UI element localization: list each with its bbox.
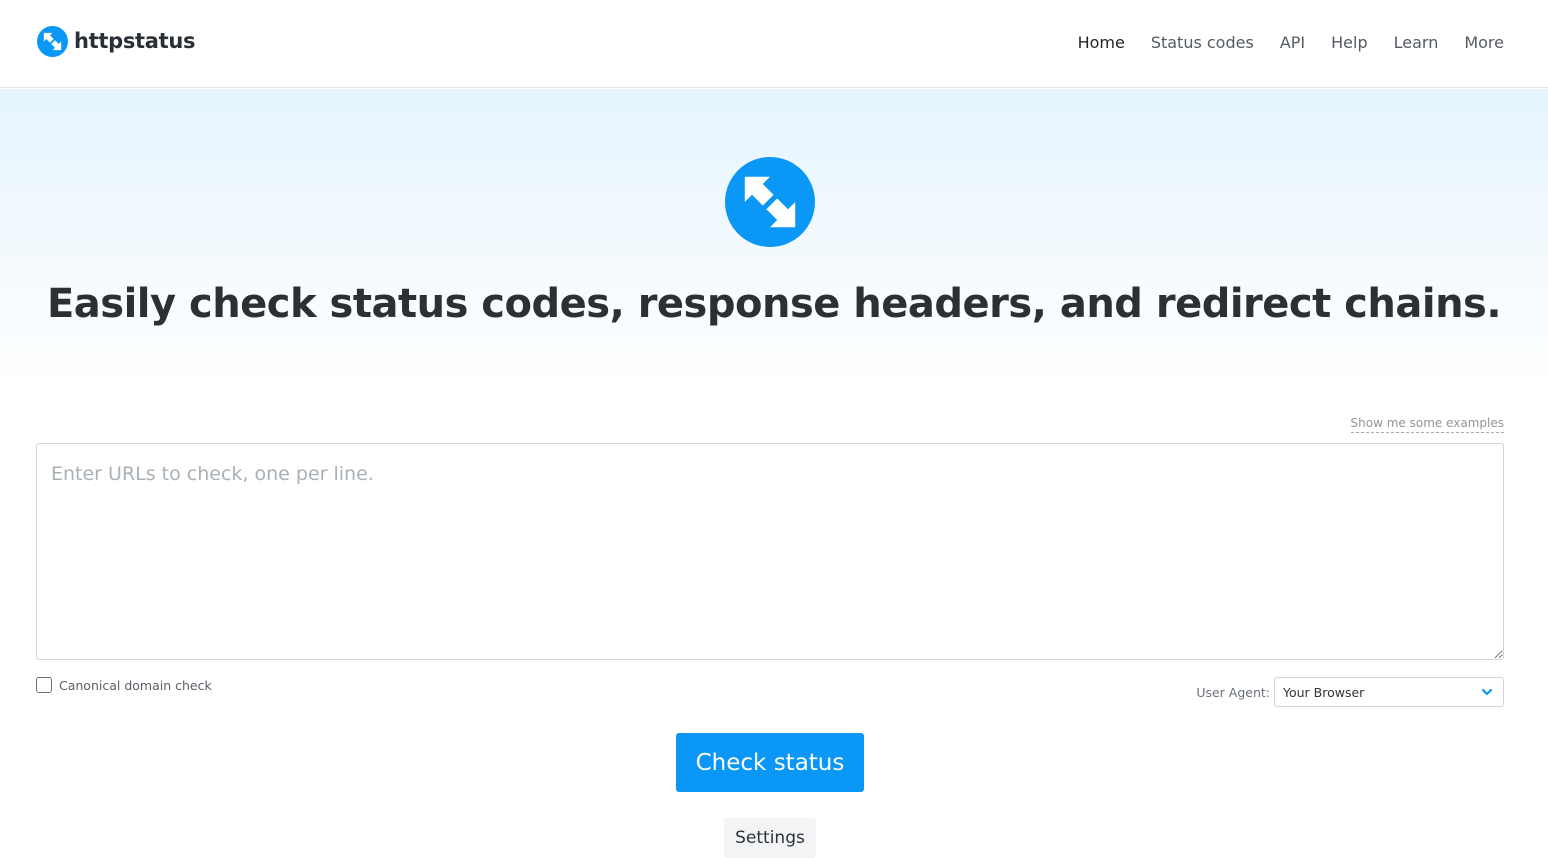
page-headline: Easily check status codes, response head… xyxy=(0,281,1548,327)
show-examples-link[interactable]: Show me some examples xyxy=(1350,416,1504,433)
headline-part: , xyxy=(609,281,638,327)
user-agent-group: User Agent: Your Browser xyxy=(1196,677,1504,707)
canonical-checkbox[interactable] xyxy=(36,677,52,693)
arrows-exchange-icon xyxy=(37,25,68,57)
chevron-down-icon xyxy=(1481,688,1493,696)
nav-item-help[interactable]: Help xyxy=(1331,33,1367,52)
headline-part: . xyxy=(1486,281,1502,327)
nav-item-learn[interactable]: Learn xyxy=(1394,33,1439,52)
brand-name: httpstatus xyxy=(74,29,196,53)
headline-part: Easily check xyxy=(46,281,330,327)
canonical-label: Canonical domain check xyxy=(59,677,212,693)
headline-part-bold: status codes xyxy=(329,281,611,327)
brand-logo-link[interactable]: httpstatus xyxy=(37,25,196,57)
top-navbar: httpstatus Home Status codes API Help Le… xyxy=(0,0,1548,88)
nav-item-more[interactable]: More xyxy=(1464,33,1504,52)
canonical-domain-check[interactable]: Canonical domain check xyxy=(36,677,212,693)
headline-part-bold: redirect chains xyxy=(1155,281,1487,327)
headline-part: , and xyxy=(1031,281,1156,327)
nav-item-home[interactable]: Home xyxy=(1078,33,1125,52)
headline-part-bold: response headers xyxy=(637,281,1033,327)
check-status-button[interactable]: Check status xyxy=(676,733,864,792)
urls-input[interactable] xyxy=(36,443,1504,660)
hero-section: Easily check status codes, response head… xyxy=(0,89,1548,389)
user-agent-select[interactable]: Your Browser xyxy=(1274,677,1504,707)
user-agent-value: Your Browser xyxy=(1283,684,1365,700)
nav-item-status-codes[interactable]: Status codes xyxy=(1151,33,1254,52)
settings-button[interactable]: Settings xyxy=(724,818,816,858)
main-nav: Home Status codes API Help Learn More xyxy=(1078,30,1504,54)
user-agent-label: User Agent: xyxy=(1196,684,1270,700)
nav-item-api[interactable]: API xyxy=(1280,33,1305,52)
arrows-exchange-icon xyxy=(725,157,815,247)
